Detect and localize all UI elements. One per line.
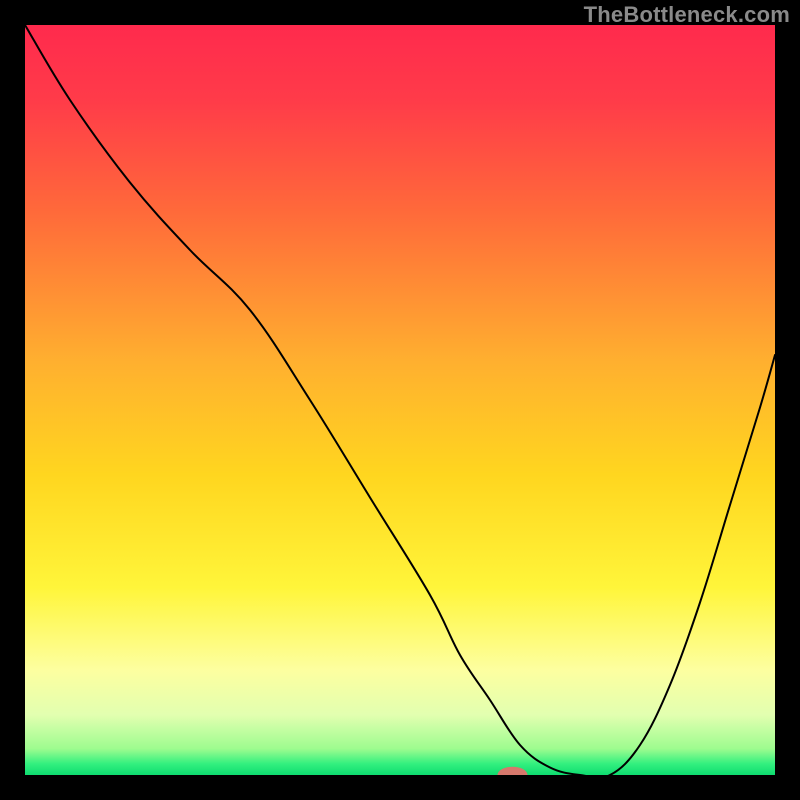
chart-svg: [25, 25, 775, 775]
chart-background: [25, 25, 775, 775]
chart-frame: TheBottleneck.com: [0, 0, 800, 800]
chart-plot-area: [25, 25, 775, 775]
